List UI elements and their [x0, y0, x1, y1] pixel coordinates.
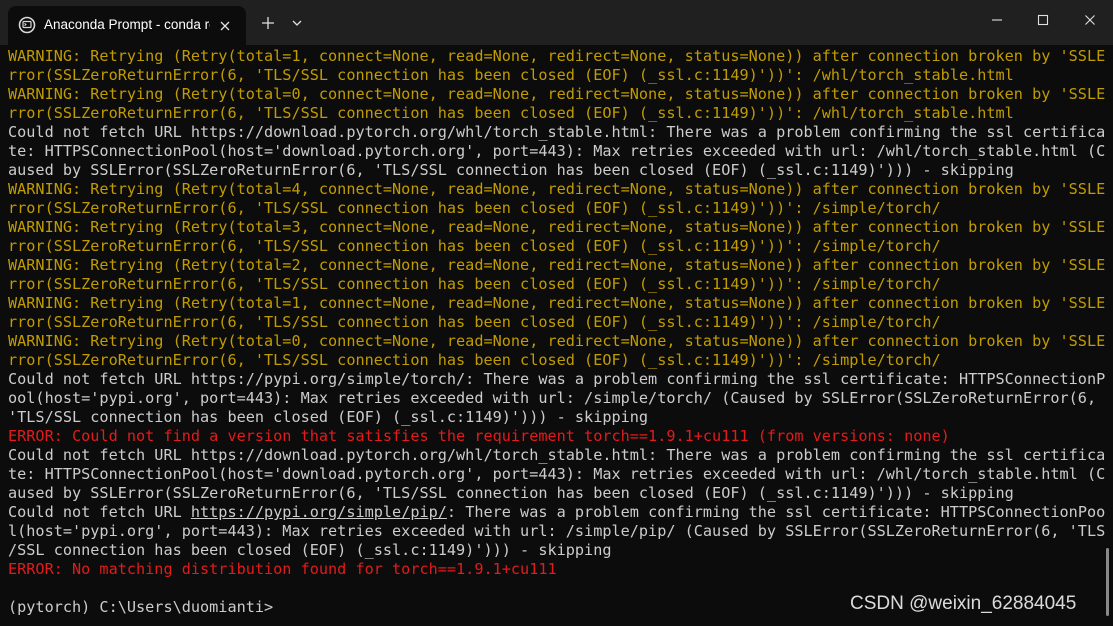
output-line: 'TLS/SSL connection has been closed (EOF…: [8, 408, 649, 426]
terminal-icon: [18, 16, 36, 34]
warning-line: rror(SSLZeroReturnError(6, 'TLS/SSL conn…: [8, 313, 941, 331]
vertical-scrollbar[interactable]: [1106, 548, 1109, 616]
new-tab-button[interactable]: [256, 11, 280, 35]
close-icon: [1085, 15, 1095, 25]
output-line: te: HTTPSConnectionPool(host='download.p…: [8, 142, 1105, 160]
output-line: aused by SSLError(SSLZeroReturnError(6, …: [8, 484, 1014, 502]
warning-line: rror(SSLZeroReturnError(6, 'TLS/SSL conn…: [8, 351, 941, 369]
warning-line: WARNING: Retrying (Retry(total=4, connec…: [8, 180, 1105, 198]
warning-line: WARNING: Retrying (Retry(total=0, connec…: [8, 85, 1105, 103]
warning-line: rror(SSLZeroReturnError(6, 'TLS/SSL conn…: [8, 275, 941, 293]
close-window-button[interactable]: [1067, 0, 1113, 40]
output-line: Could not fetch URL https://pypi.org/sim…: [8, 503, 1105, 522]
output-line: Could not fetch URL https://pypi.org/sim…: [8, 370, 1105, 388]
output-line: aused by SSLError(SSLZeroReturnError(6, …: [8, 161, 1014, 179]
title-bar: Anaconda Prompt - conda re: [0, 0, 1113, 45]
minimize-icon: [992, 19, 1002, 21]
warning-line: rror(SSLZeroReturnError(6, 'TLS/SSL conn…: [8, 237, 941, 255]
watermark: CSDN @weixin_62884045: [850, 593, 1077, 614]
line-text: Could not fetch URL: [8, 503, 191, 521]
error-line: ERROR: Could not find a version that sat…: [8, 427, 950, 445]
output-line: Could not fetch URL https://download.pyt…: [8, 123, 1105, 141]
terminal-output[interactable]: WARNING: Retrying (Retry(total=1, connec…: [0, 45, 1105, 626]
warning-line: WARNING: Retrying (Retry(total=3, connec…: [8, 218, 1105, 236]
output-line: te: HTTPSConnectionPool(host='download.p…: [8, 465, 1105, 483]
plus-icon: [262, 17, 274, 29]
tab-title: Anaconda Prompt - conda re: [44, 17, 210, 32]
close-tab-icon[interactable]: [218, 18, 232, 32]
chevron-down-icon: [292, 20, 302, 26]
warning-line: WARNING: Retrying (Retry(total=1, connec…: [8, 294, 1105, 312]
warning-line: WARNING: Retrying (Retry(total=2, connec…: [8, 256, 1105, 274]
output-line: l(host='pypi.org', port=443): Max retrie…: [8, 522, 1105, 540]
output-line: Could not fetch URL https://download.pyt…: [8, 446, 1105, 464]
warning-line: WARNING: Retrying (Retry(total=0, connec…: [8, 332, 1105, 350]
minimize-button[interactable]: [974, 0, 1020, 40]
warning-line: rror(SSLZeroReturnError(6, 'TLS/SSL conn…: [8, 66, 1014, 84]
maximize-button[interactable]: [1020, 0, 1066, 40]
warning-line: WARNING: Retrying (Retry(total=1, connec…: [8, 47, 1105, 65]
line-text: : There was a problem confirming the ssl…: [446, 503, 1105, 521]
maximize-icon: [1037, 14, 1049, 26]
terminal-tab[interactable]: Anaconda Prompt - conda re: [8, 6, 246, 45]
error-line: ERROR: No matching distribution found fo…: [8, 560, 557, 578]
tab-dropdown-button[interactable]: [286, 11, 308, 35]
output-line: ool(host='pypi.org', port=443): Max retr…: [8, 389, 1097, 407]
output-line: /SSL connection has been closed (EOF) (_…: [8, 541, 612, 559]
url-link[interactable]: https://pypi.org/simple/pip/: [191, 503, 447, 521]
warning-line: rror(SSLZeroReturnError(6, 'TLS/SSL conn…: [8, 104, 1014, 122]
command-prompt: (pytorch) C:\Users\duomianti>: [8, 598, 274, 616]
warning-line: rror(SSLZeroReturnError(6, 'TLS/SSL conn…: [8, 199, 941, 217]
